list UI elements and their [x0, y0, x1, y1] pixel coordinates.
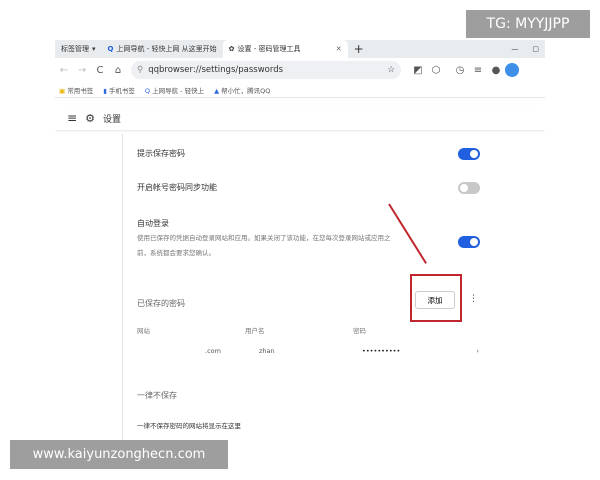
passwords-card: 提示保存密码 开启帐号密码同步功能 自动登录 使用已保存的凭据自动登录网站和应用…	[122, 134, 492, 440]
close-icon[interactable]: ✕	[336, 45, 342, 53]
settings-header: ≡ ⚙ 设置	[55, 106, 545, 130]
tab-bookmark-manager[interactable]: 标签管理 ▾	[55, 40, 102, 58]
minimize-icon[interactable]: —	[511, 45, 518, 53]
sync-toggle[interactable]	[458, 182, 480, 194]
bookmark-label: 常用书签	[67, 86, 94, 95]
profile-icon[interactable]	[505, 63, 519, 77]
extension-icon[interactable]: ◩	[409, 65, 427, 76]
column-password: 密码	[353, 327, 366, 335]
tab-label: 标签管理	[61, 45, 89, 53]
new-tab-icon[interactable]: +	[354, 42, 364, 56]
bookmark-qq[interactable]: ▲ 帮小忙，腾讯QQ	[214, 85, 270, 95]
never-save-empty: 一律不保存密码的网站将显示在这里	[137, 422, 241, 430]
row-username: zhan	[259, 347, 275, 355]
bookmark-common[interactable]: ▣ 常用书签	[59, 85, 93, 95]
watermark-tg: TG: MYYJJPP	[466, 10, 590, 38]
star-icon[interactable]: ☆	[387, 65, 395, 75]
home-icon[interactable]: ⌂	[109, 65, 127, 76]
qq-browser-icon: Q	[107, 45, 114, 53]
bookmark-navigation[interactable]: Q 上网导航 - 轻快上	[145, 85, 204, 95]
maximize-icon[interactable]: ▢	[532, 45, 539, 53]
qq-icon: ▲	[214, 86, 220, 95]
option-label: 自动登录	[137, 219, 169, 228]
bookmark-mobile[interactable]: ▮ 手机书签	[103, 85, 135, 95]
tab-label: 上网导航 - 轻快上网 从这里开始	[116, 45, 217, 53]
option-description: 前，系统都会要求您确认。	[137, 249, 215, 257]
folder-icon: ▣	[59, 86, 66, 95]
auto-login-toggle[interactable]	[458, 236, 480, 248]
search-icon: ⚲	[137, 65, 144, 75]
more-options-icon[interactable]: ⋮	[469, 294, 478, 304]
add-password-button[interactable]: 添加	[415, 291, 455, 309]
url-text: qqbrowser://settings/passwords	[148, 65, 284, 75]
tab-label: 设置 - 密码管理工具	[237, 45, 301, 53]
chevron-down-icon: ▾	[92, 45, 96, 53]
history-icon[interactable]: ◷	[451, 65, 469, 76]
column-site: 网站	[137, 327, 150, 335]
browser-window: 标签管理 ▾ Q 上网导航 - 轻快上网 从这里开始 ✿ 设置 - 密码管理工具 ✕ +…	[55, 40, 545, 440]
tab-bar: 标签管理 ▾ Q 上网导航 - 轻快上网 从这里开始 ✿ 设置 - 密码管理工具 ✕ +…	[55, 40, 545, 58]
chevron-right-icon[interactable]: ›	[476, 347, 479, 355]
page-title: 设置	[102, 114, 121, 125]
bookmark-label: 手机书签	[108, 86, 135, 95]
bookmark-icon: ▮	[103, 86, 107, 95]
option-offer-save: 提示保存密码	[137, 148, 478, 159]
option-label: 开启帐号密码同步功能	[137, 183, 217, 192]
tab-navigation[interactable]: Q 上网导航 - 轻快上网 从这里开始	[102, 40, 223, 58]
avatar[interactable]: ●	[487, 65, 505, 76]
never-save-title: 一律不保存	[137, 391, 177, 400]
tab-settings[interactable]: ✿ 设置 - 密码管理工具 ✕	[222, 40, 348, 58]
bookmarks-bar: ▣ 常用书签 ▮ 手机书签 Q 上网导航 - 轻快上 ▲ 帮小忙，腾讯QQ	[55, 82, 545, 98]
back-icon[interactable]: ←	[55, 65, 73, 76]
address-bar[interactable]: ⚲ qqbrowser://settings/passwords ☆	[131, 61, 401, 79]
puzzle-icon[interactable]: ⬡	[427, 65, 445, 76]
hamburger-menu-icon[interactable]: ≡	[67, 111, 77, 125]
option-label: 提示保存密码	[137, 149, 185, 158]
gear-icon: ✿	[228, 45, 235, 53]
offer-save-toggle[interactable]	[458, 148, 480, 160]
forward-icon[interactable]: →	[73, 65, 91, 76]
bookmark-label: 帮小忙，腾讯QQ	[221, 86, 271, 95]
table-row[interactable]: .com zhan •••••••••• ›	[137, 347, 479, 361]
reload-icon[interactable]: C	[91, 65, 109, 76]
watermark-site: www.kaiyunzonghecn.com	[10, 440, 228, 469]
gear-icon: ⚙	[85, 111, 95, 125]
option-auto-login: 自动登录 使用已保存的凭据自动登录网站和应用。如果关闭了该功能，在您每次登录网站…	[137, 218, 442, 261]
row-password: ••••••••••	[362, 347, 401, 355]
option-sync: 开启帐号密码同步功能	[137, 182, 478, 193]
menu-icon[interactable]: ≡	[469, 65, 487, 76]
row-site: .com	[205, 347, 221, 355]
option-description: 使用已保存的凭据自动登录网站和应用。如果关闭了该功能，在您每次登录网站或应用之	[137, 234, 391, 242]
qq-browser-icon: Q	[144, 86, 151, 95]
bookmark-label: 上网导航 - 轻快上	[152, 86, 205, 95]
column-username: 用户名	[245, 327, 265, 335]
toolbar: ← → C ⌂ ⚲ qqbrowser://settings/passwords ☆…	[55, 58, 545, 82]
